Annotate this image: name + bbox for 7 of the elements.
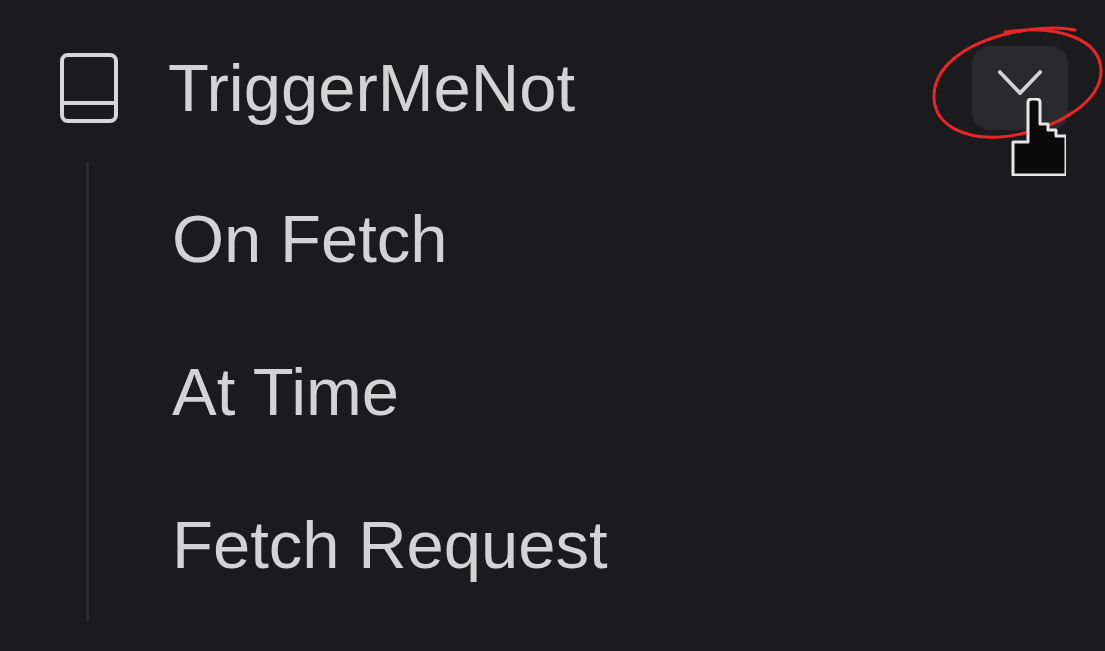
tree-item[interactable]: TriggerMeNot (168, 49, 576, 127)
tree-item[interactable]: Fetch Request (172, 505, 608, 583)
tree-item[interactable]: At Time (172, 352, 400, 430)
expand-toggle-button[interactable] (972, 46, 1068, 130)
chevron-icon (997, 69, 1043, 97)
book-icon (60, 53, 118, 123)
tree-item[interactable]: On Fetch (172, 199, 448, 277)
